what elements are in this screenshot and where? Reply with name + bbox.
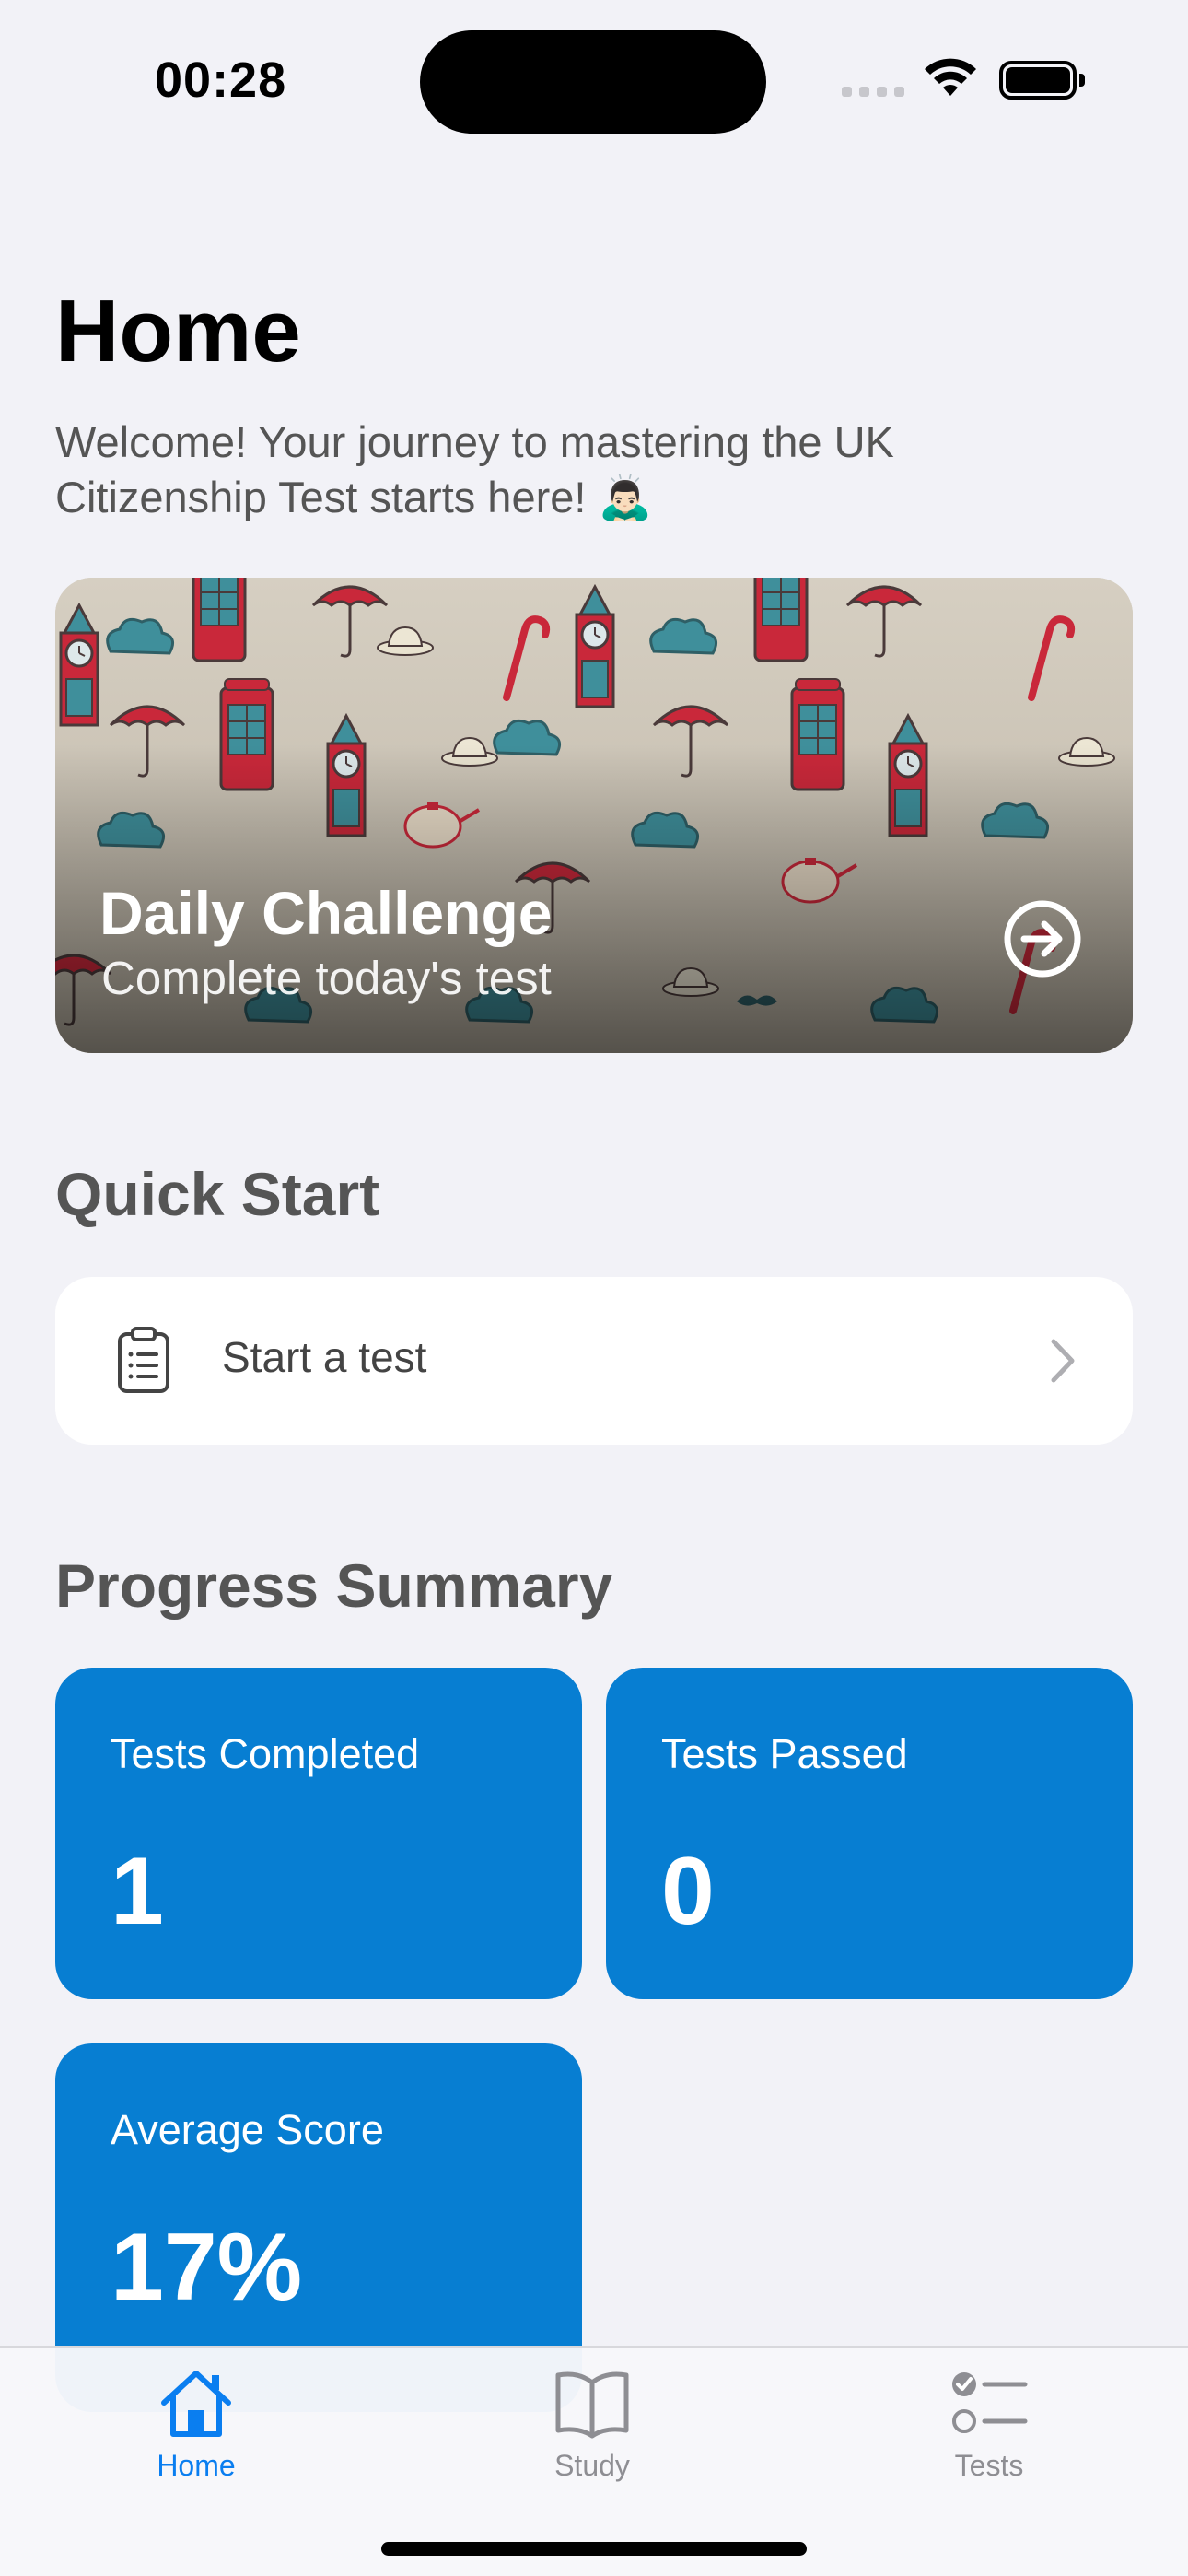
tab-tests[interactable]: Tests (888, 2366, 1090, 2504)
tab-label: Tests (954, 2449, 1024, 2482)
stat-value: 0 (661, 1838, 715, 1945)
daily-challenge-subtitle: Complete today's test (101, 952, 552, 1004)
home-screen: 00:28 Home Welcome! Your journey to mast… (0, 0, 1188, 2576)
clipboard-list-icon (118, 1327, 169, 1393)
status-time: 00:28 (155, 53, 287, 108)
progress-summary-heading: Progress Summary (55, 1551, 613, 1620)
status-bar: 00:28 (0, 0, 1188, 147)
stat-label: Tests Passed (661, 1730, 908, 1777)
checklist-icon (952, 2372, 1028, 2433)
stat-value: 17% (111, 2214, 303, 2321)
daily-challenge-title: Daily Challenge (99, 879, 553, 947)
book-icon (555, 2371, 629, 2439)
home-indicator[interactable] (381, 2542, 807, 2556)
tests-passed-card: Tests Passed 0 (606, 1668, 1133, 1999)
cellular-signal-icon (842, 87, 906, 98)
tab-study[interactable]: Study (491, 2366, 693, 2504)
tests-completed-card: Tests Completed 1 (55, 1668, 582, 1999)
tab-label: Home (157, 2449, 236, 2482)
welcome-text: Welcome! Your journey to mastering the U… (55, 417, 894, 521)
dynamic-island (420, 30, 766, 134)
tab-home[interactable]: Home (95, 2366, 297, 2504)
tab-label: Study (554, 2449, 630, 2482)
stat-label: Average Score (111, 2106, 384, 2153)
start-test-label: Start a test (222, 1333, 427, 1381)
page-title: Home (55, 282, 301, 381)
daily-challenge-banner[interactable]: Daily Challenge Complete today's test (55, 578, 1133, 1053)
battery-icon (999, 61, 1085, 100)
stat-value: 1 (111, 1838, 164, 1945)
quick-start-heading: Quick Start (55, 1160, 380, 1228)
start-test-button[interactable]: Start a test (55, 1277, 1133, 1445)
chevron-right-icon (1051, 1339, 1075, 1383)
wifi-icon (925, 58, 976, 96)
arrow-right-circle-icon[interactable] (1002, 898, 1083, 979)
stat-label: Tests Completed (111, 1730, 420, 1777)
house-icon (161, 2371, 231, 2437)
